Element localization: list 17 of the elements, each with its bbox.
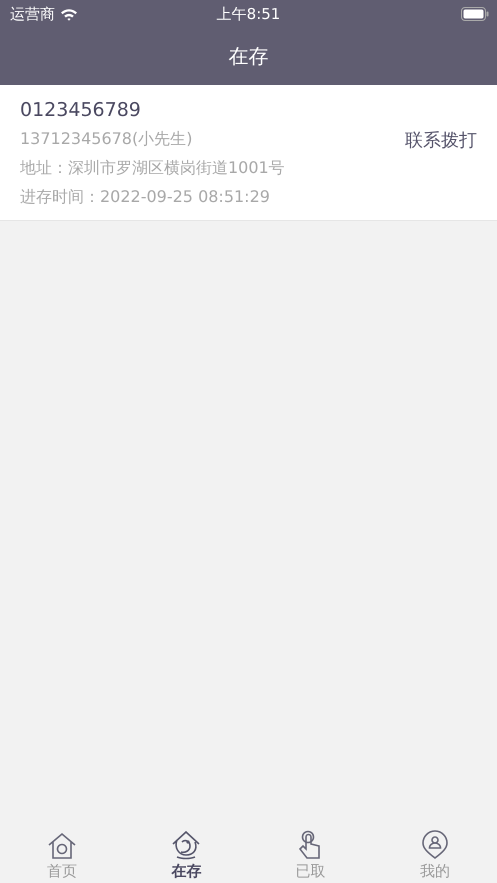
tab-item[interactable]: 我的 [372, 830, 497, 881]
carrier-label: 运营商 [10, 4, 55, 24]
tab-item[interactable]: 首页 [0, 832, 124, 881]
tab-item[interactable]: 在存 [124, 830, 248, 881]
phone-text: 13712345678(小先生) [20, 129, 194, 150]
call-button[interactable]: 联系拨打 [405, 128, 477, 152]
battery-icon [461, 7, 489, 21]
clock-time: 上午8:51 [216, 4, 280, 24]
user-pin-icon [420, 830, 449, 860]
bird-icon [171, 830, 202, 860]
page-title: 在存 [228, 43, 268, 70]
address-text: 地址：深圳市罗湖区横岗街道1001号 [20, 158, 285, 179]
tab-item[interactable]: 已取 [248, 830, 373, 881]
tracking-number: 0123456789 [20, 99, 142, 121]
house-icon [47, 832, 78, 860]
storage-time: 进存时间：2022-09-25 08:51:29 [20, 187, 271, 208]
wifi-icon [60, 8, 78, 20]
